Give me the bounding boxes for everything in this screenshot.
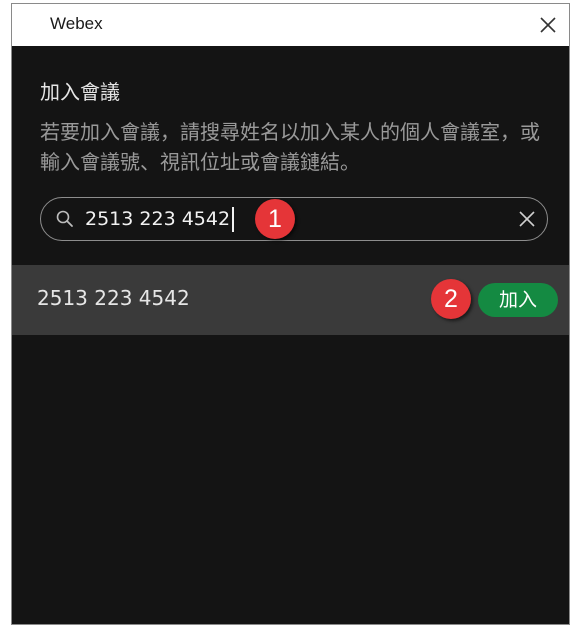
clear-icon: [519, 211, 535, 227]
close-button[interactable]: [533, 10, 563, 40]
join-button[interactable]: 加入: [478, 283, 558, 317]
clear-search-button[interactable]: [515, 207, 539, 231]
search-result-row[interactable]: 2513 223 4542 加入: [12, 265, 569, 335]
window-title: Webex: [50, 14, 103, 33]
close-icon: [540, 17, 556, 33]
result-meeting-number: 2513 223 4542: [37, 286, 190, 310]
annotation-step-2: 2: [431, 279, 471, 319]
panel-title: 加入會議: [40, 80, 120, 104]
title-bar: Webex: [12, 4, 569, 46]
webex-join-dialog: Webex 加入會議 若要加入會議，請搜尋姓名以加入某人的個人會議室，或輸入會議…: [11, 3, 570, 625]
annotation-step-1: 1: [255, 199, 295, 239]
panel-description: 若要加入會議，請搜尋姓名以加入某人的個人會議室，或輸入會議號、視訊位址或會議鏈結…: [40, 120, 540, 174]
text-cursor: [232, 207, 234, 232]
screenshot-frame: Webex 加入會議 若要加入會議，請搜尋姓名以加入某人的個人會議室，或輸入會議…: [0, 0, 571, 628]
search-icon: [55, 209, 75, 229]
